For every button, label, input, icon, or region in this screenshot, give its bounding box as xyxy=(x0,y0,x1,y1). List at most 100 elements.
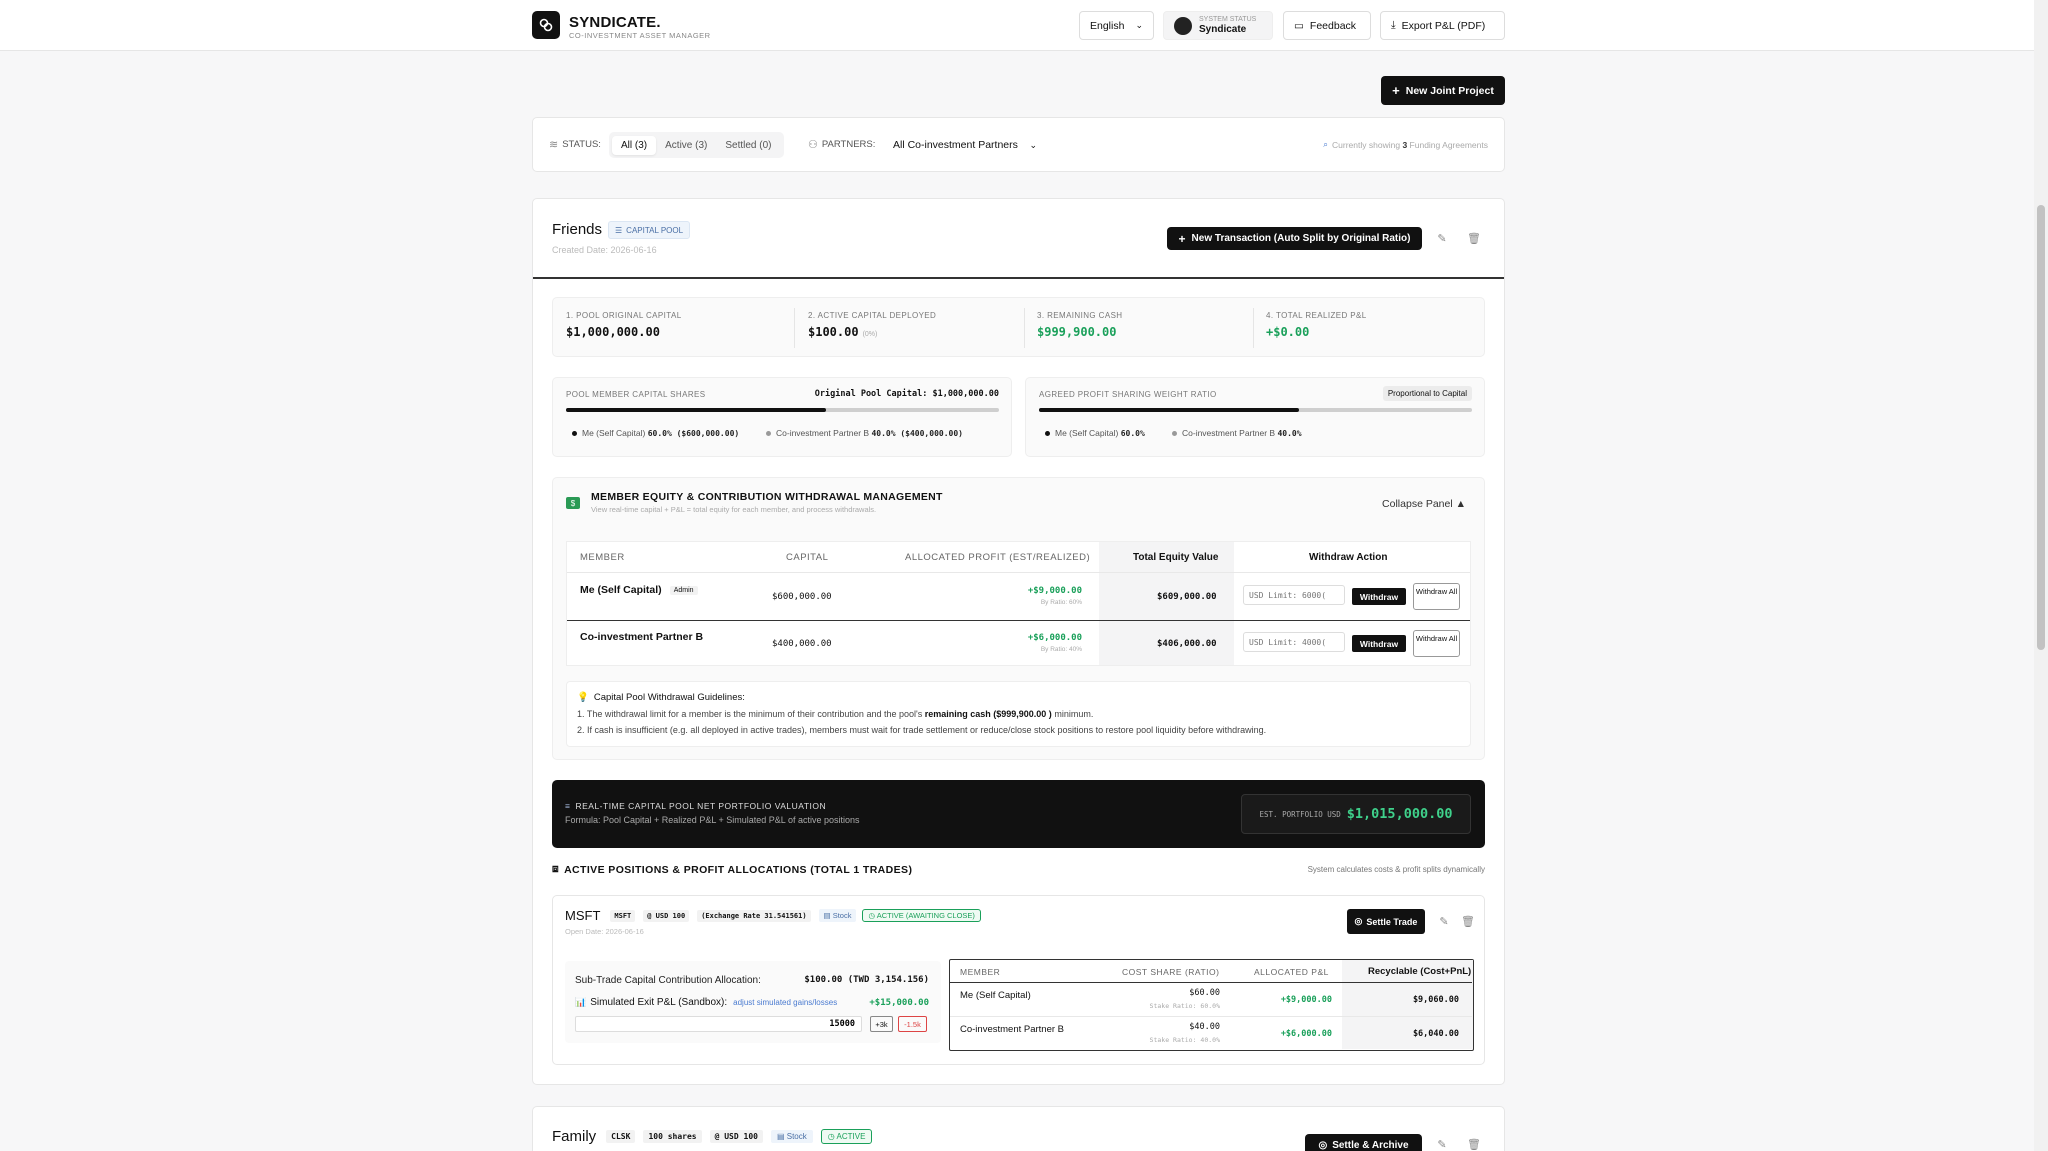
settle-trade-button[interactable]: ◎ Settle Trade xyxy=(1347,909,1425,934)
partners-filter: ⚇ PARTNERS: xyxy=(808,138,875,151)
dot-icon xyxy=(1045,430,1050,436)
showing-prefix: Currently showing xyxy=(1332,139,1401,150)
sim-adjust-link[interactable]: adjust simulated gains/losses xyxy=(733,998,837,1007)
positions-title: ACTIVE POSITIONS & PROFIT ALLOCATIONS (T… xyxy=(564,863,913,876)
withdraw-button[interactable]: Withdraw xyxy=(1352,588,1406,605)
bar-chart-icon: 📊 xyxy=(575,997,587,1007)
export-label: Export P&L (PDF) xyxy=(1401,19,1486,32)
withdraw-all-button[interactable]: Withdraw All xyxy=(1413,583,1460,610)
check-circle-icon: ◎ xyxy=(1318,1139,1328,1151)
recyclable-value: $6,040.00 xyxy=(1412,1029,1459,1039)
users-icon: ⚇ xyxy=(808,139,818,151)
new-transaction-label: New Transaction (Auto Split by Original … xyxy=(1191,233,1411,244)
capital-shares-panel: POOL MEMBER CAPITAL SHARES Original Pool… xyxy=(552,377,1012,457)
stake-ratio: Stake Ratio: 40.0% xyxy=(1149,1036,1220,1044)
header-divider xyxy=(533,277,1504,279)
member-equity: $609,000.00 xyxy=(1157,592,1217,602)
shares-bar xyxy=(566,408,999,412)
trash-icon[interactable]: 🗑 xyxy=(1461,914,1475,928)
status-badge-label: ACTIVE xyxy=(836,1132,866,1141)
plus-icon: + xyxy=(1392,83,1400,98)
trade-card: MSFT MSFT @ USD 100 (Exchange Rate 31.54… xyxy=(552,895,1485,1065)
stat-active-deployed: 2. ACTIVE CAPITAL DEPLOYED $100.00 (0%) xyxy=(808,311,936,339)
table-row: Me (Self Capital) $60.00 Stake Ratio: 60… xyxy=(950,983,1472,1016)
price-tag: @ USD 100 xyxy=(643,909,690,922)
weights-bar xyxy=(1039,408,1472,412)
col-cost-share: COST SHARE (RATIO) xyxy=(1122,967,1220,977)
share-value: 40.0% ($400,000.00) xyxy=(871,428,963,438)
weight-item: Co-investment Partner B 40.0% xyxy=(1172,428,1302,438)
project-title: Friends xyxy=(552,221,603,238)
new-project-label: New Joint Project xyxy=(1405,84,1494,97)
stat-label: 3. REMAINING CASH xyxy=(1037,311,1123,320)
weight-item: Me (Self Capital) 60.0% xyxy=(1045,428,1145,438)
allocation-panel: Sub-Trade Capital Contribution Allocatio… xyxy=(565,961,941,1043)
partners-value: All Co-investment Partners xyxy=(893,139,1018,151)
original-capital: Original Pool Capital: $1,000,000.00 xyxy=(814,389,999,399)
chevron-down-icon: ⌄ xyxy=(1135,20,1143,30)
stat-remaining-cash: 3. REMAINING CASH $999,900.00 xyxy=(1037,311,1122,339)
sim-pnl-input[interactable] xyxy=(575,1016,862,1032)
family-project-card: Family CLSK 100 shares @ USD 100 ▤ Stock… xyxy=(532,1106,1505,1151)
tab-all[interactable]: All (3) xyxy=(612,135,657,155)
system-status-value: Syndicate xyxy=(1199,23,1247,35)
tab-settled[interactable]: Settled (0) xyxy=(716,136,780,155)
settle-trade-label: Settle Trade xyxy=(1366,916,1418,927)
system-status-label: SYSTEM STATUS xyxy=(1199,16,1257,24)
partners-select[interactable]: All Co-investment Partners ⌄ xyxy=(885,132,1045,158)
feedback-button[interactable]: ▭ Feedback xyxy=(1283,11,1371,40)
edit-icon[interactable]: ✎ xyxy=(1435,231,1449,245)
plus-3k-button[interactable]: +3k xyxy=(870,1016,893,1032)
withdraw-button[interactable]: Withdraw xyxy=(1352,635,1406,652)
scrollbar-thumb[interactable] xyxy=(2037,205,2045,650)
money-icon: $ xyxy=(566,497,580,509)
new-transaction-button[interactable]: + New Transaction (Auto Split by Origina… xyxy=(1167,227,1422,250)
stake-ratio: Stake Ratio: 60.0% xyxy=(1149,1002,1220,1010)
col-equity: Total Equity Value xyxy=(1133,552,1219,563)
collapse-panel-button[interactable]: Collapse Panel ▲ xyxy=(1382,498,1466,510)
table-row: Co-investment Partner B $40.00 Stake Rat… xyxy=(950,1017,1472,1050)
clock-icon: ◷ xyxy=(827,1132,837,1141)
weight-value: 40.0% xyxy=(1277,428,1302,438)
share-value: 60.0% ($600,000.00) xyxy=(647,428,740,438)
chat-icon: ▭ xyxy=(1294,19,1304,32)
edit-icon[interactable]: ✎ xyxy=(1435,1137,1449,1151)
ticker-tag: MSFT xyxy=(610,909,636,922)
filter-bar: ≋ STATUS: All (3) Active (3) Settled (0)… xyxy=(532,117,1505,172)
new-joint-project-button[interactable]: + New Joint Project xyxy=(1381,76,1505,105)
valuation-formula: Formula: Pool Capital + Realized P&L + S… xyxy=(565,815,860,825)
alloc-value: $100.00 (TWD 3,154.156) xyxy=(804,975,929,985)
badge-label: CAPITAL POOL xyxy=(626,225,684,235)
weights-bar-fill xyxy=(1039,408,1299,412)
export-pdf-button[interactable]: ⤓ Export P&L (PDF) xyxy=(1380,11,1505,40)
stat-label: 4. TOTAL REALIZED P&L xyxy=(1266,311,1367,320)
tab-active[interactable]: Active (3) xyxy=(656,136,716,155)
col-profit: ALLOCATED PROFIT (EST/REALIZED) xyxy=(905,552,1091,563)
trash-icon[interactable]: 🗑 xyxy=(1467,1137,1481,1151)
page-scrollbar[interactable] xyxy=(2034,0,2048,1151)
edit-icon[interactable]: ✎ xyxy=(1437,914,1451,928)
language-select[interactable]: English ⌄ xyxy=(1079,11,1154,40)
status-badge: ◷ ACTIVE (AWAITING CLOSE) xyxy=(862,909,981,922)
logo xyxy=(532,11,560,39)
member-profit: +$6,000.00 xyxy=(1027,633,1082,643)
cost-share: $60.00 xyxy=(1189,988,1220,998)
member-name: Co-investment Partner B xyxy=(960,1024,1065,1035)
withdraw-all-button[interactable]: Withdraw All xyxy=(1413,630,1460,657)
system-status[interactable]: SYSTEM STATUS Syndicate xyxy=(1163,11,1273,40)
proportional-badge: Proportional to Capital xyxy=(1382,386,1472,401)
withdraw-amount-input[interactable] xyxy=(1243,585,1345,605)
clock-icon: ◷ xyxy=(868,911,877,920)
admin-tag: Admin xyxy=(669,585,698,595)
col-allocated-pnl: ALLOCATED P&L xyxy=(1254,967,1329,977)
minus-1-5k-button[interactable]: -1.5k xyxy=(898,1016,927,1032)
withdraw-amount-input[interactable] xyxy=(1243,632,1345,652)
trash-icon[interactable]: 🗑 xyxy=(1467,231,1481,245)
status-avatar-icon xyxy=(1174,16,1192,35)
est-portfolio-value: $1,015,000.00 xyxy=(1346,806,1453,822)
showing-count: ⌕ Currently showing 3 Funding Agreements xyxy=(1323,139,1488,150)
member-name: Co-investment Partner B xyxy=(580,631,704,643)
member-name: Me (Self Capital) xyxy=(960,990,1031,1001)
col-member: MEMBER xyxy=(960,967,1001,977)
settle-archive-button[interactable]: ◎ Settle & Archive xyxy=(1305,1134,1422,1151)
